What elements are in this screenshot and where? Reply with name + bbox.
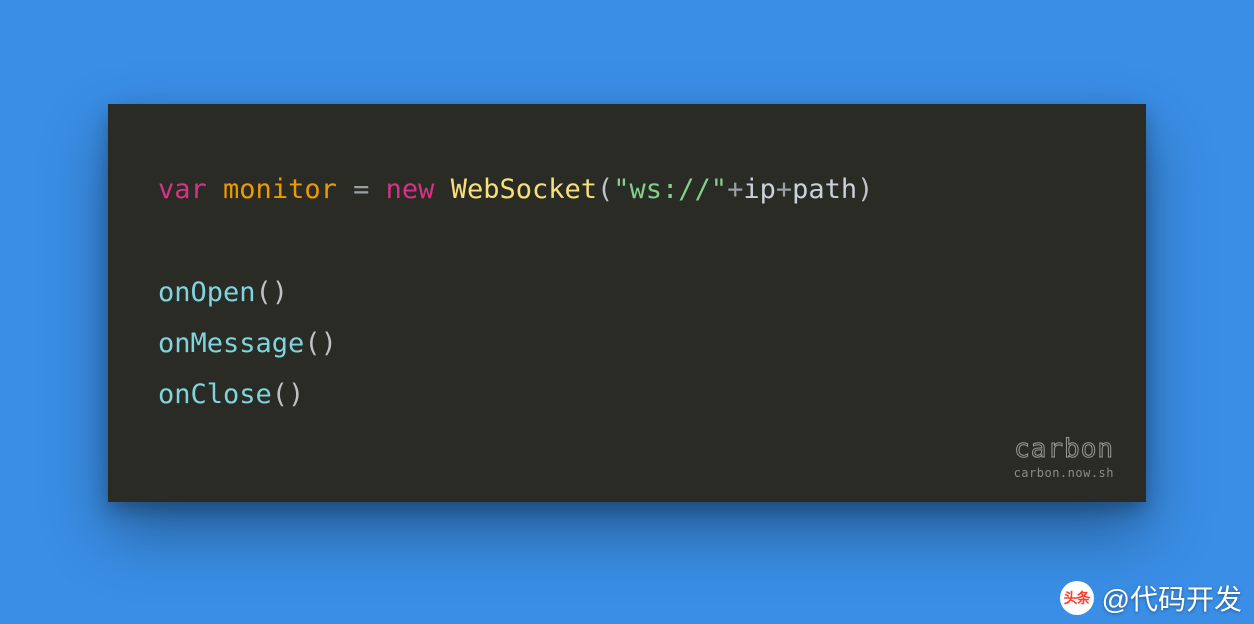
token-keyword-var: var: [158, 174, 207, 205]
token-fn-onmessage: onMessage: [158, 328, 304, 359]
token-plus: +: [776, 174, 792, 205]
watermark-url: carbon.now.sh: [1014, 466, 1114, 480]
token-fn-onopen: onOpen: [158, 277, 256, 308]
token-identifier-path: path: [792, 174, 857, 205]
token-keyword-new: new: [386, 174, 435, 205]
token-fn-onclose: onClose: [158, 379, 272, 410]
token-plus: +: [727, 174, 743, 205]
token-parens: (): [256, 277, 289, 308]
toutiao-logo-icon: 头条: [1060, 581, 1094, 615]
token-class-websocket: WebSocket: [451, 174, 597, 205]
attribution-handle: @代码开发: [1102, 578, 1242, 618]
token-parens: (): [272, 379, 305, 410]
code-card: var monitor = new WebSocket("ws://"+ip+p…: [108, 104, 1146, 502]
token-parens: (): [304, 328, 337, 359]
attribution-bar: 头条 @代码开发: [1060, 578, 1242, 618]
carbon-watermark: carbon carbon.now.sh: [1014, 436, 1114, 480]
token-identifier-ip: ip: [743, 174, 776, 205]
watermark-brand: carbon: [1014, 436, 1114, 462]
token-string-ws: "ws://": [613, 174, 727, 205]
token-paren-open: (: [597, 174, 613, 205]
token-equals: =: [353, 174, 369, 205]
token-identifier-monitor: monitor: [223, 174, 337, 205]
token-paren-close: ): [857, 174, 873, 205]
code-block: var monitor = new WebSocket("ws://"+ip+p…: [158, 164, 1096, 420]
